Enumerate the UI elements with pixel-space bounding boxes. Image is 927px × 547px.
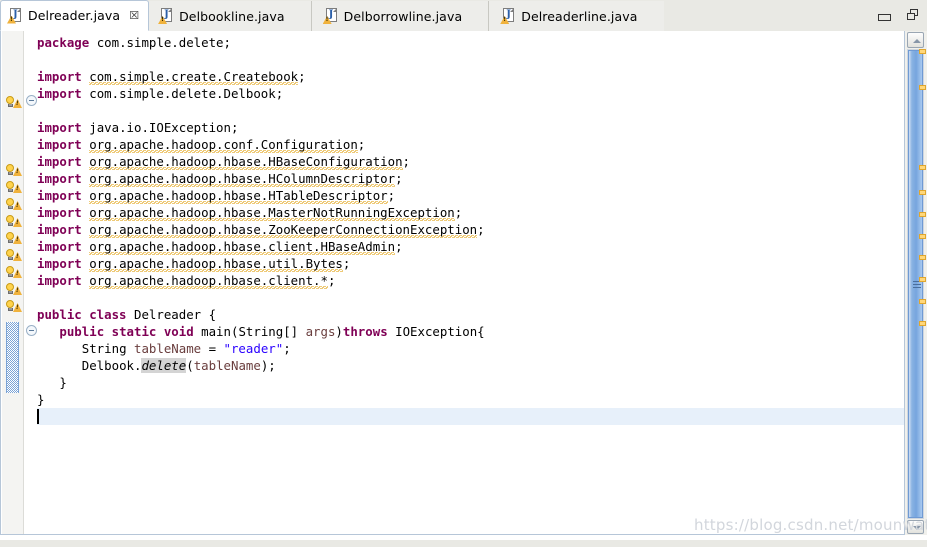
code-line: } [37, 392, 45, 407]
warning-marker[interactable] [919, 255, 926, 260]
tab-label: Delborrowline.java [343, 8, 463, 24]
editor-tab-bar: J Delreader.java ☒ J Delbookline.java J … [0, 0, 927, 31]
collapse-method-icon[interactable] [26, 325, 37, 336]
tab-delreader-java[interactable]: J Delreader.java ☒ [0, 0, 150, 31]
code-line: import org.apache.hadoop.hbase.MasterNot… [37, 205, 463, 221]
warning-icon[interactable] [6, 197, 22, 212]
window-controls [876, 0, 921, 30]
warning-icon[interactable] [6, 95, 22, 110]
tab-delborrowline-java[interactable]: J Delborrowline.java [311, 1, 490, 31]
code-line: import org.apache.hadoop.hbase.HTableDes… [37, 188, 396, 204]
warning-icon[interactable] [6, 282, 22, 297]
folding-range-indicator [6, 322, 19, 393]
annotation-gutter[interactable] [2, 31, 24, 534]
code-line: String tableName = "reader"; [81, 341, 291, 356]
warning-icon[interactable] [6, 163, 22, 178]
editor-area: package com.simple.delete; import com.si… [0, 31, 927, 547]
code-line: import org.apache.hadoop.hbase.HColumnDe… [37, 171, 403, 187]
maximize-restore-icon[interactable] [905, 7, 921, 23]
warning-marker[interactable] [919, 321, 926, 326]
tab-label: Delreaderline.java [521, 8, 638, 24]
tab-label: Delreader.java [28, 8, 121, 23]
warning-marker[interactable] [919, 299, 926, 304]
code-line: public class Delreader { [37, 307, 217, 322]
warning-marker[interactable] [919, 165, 926, 170]
code-line: import com.simple.create.Createbook; [37, 69, 306, 85]
tab-label: Delbookline.java [179, 8, 285, 24]
code-line: } [59, 375, 67, 390]
warning-marker[interactable] [919, 212, 926, 217]
code-line: import java.io.IOException; [37, 120, 239, 135]
warning-icon[interactable] [6, 231, 22, 246]
java-file-icon: J [7, 7, 22, 24]
warning-marker[interactable] [919, 190, 926, 195]
warning-icon[interactable] [6, 265, 22, 280]
tab-delreaderline-java[interactable]: J Delreaderline.java [489, 1, 664, 31]
folding-gutter[interactable] [25, 31, 37, 534]
window-bottom-strip [0, 540, 927, 547]
minimize-icon[interactable] [876, 7, 892, 23]
text-caret [37, 409, 39, 424]
eclipse-editor-window: J Delreader.java ☒ J Delbookline.java J … [0, 0, 927, 547]
code-line: Delbook.delete(tableName); [81, 358, 276, 373]
editor-border: package com.simple.delete; import com.si… [0, 31, 905, 535]
code-line: import org.apache.hadoop.conf.Configurat… [37, 137, 366, 153]
warning-icon[interactable] [6, 248, 22, 263]
java-file-icon: J [500, 8, 515, 24]
java-file-icon: J [322, 8, 338, 24]
scroll-up-arrow-icon[interactable] [907, 32, 924, 48]
code-line: package com.simple.delete; [37, 35, 231, 50]
code-line: import com.simple.delete.Delbook; [37, 86, 284, 101]
code-line: import org.apache.hadoop.hbase.HBaseConf… [37, 154, 411, 170]
code-canvas[interactable]: package com.simple.delete; import com.si… [37, 31, 904, 534]
watermark-text: https://blog.csdn.net/mounwate [694, 516, 927, 534]
current-line-highlight [37, 408, 904, 425]
warning-marker[interactable] [919, 277, 926, 282]
overview-ruler[interactable] [919, 49, 927, 519]
warning-marker[interactable] [919, 49, 926, 54]
code-line: import org.apache.hadoop.hbase.client.HB… [37, 239, 403, 255]
code-line: public static void main(String[] args)th… [59, 324, 485, 339]
close-icon[interactable]: ☒ [129, 9, 139, 22]
warning-icon[interactable] [6, 214, 22, 229]
warning-icon[interactable] [6, 299, 22, 314]
java-file-icon: J [158, 8, 173, 24]
warning-marker[interactable] [919, 85, 926, 90]
code-line: import org.apache.hadoop.hbase.client.*; [37, 273, 336, 289]
tab-delbookline-java[interactable]: J Delbookline.java [149, 1, 312, 31]
warning-icon[interactable] [6, 180, 22, 195]
warning-marker[interactable] [919, 234, 926, 239]
code-line: import org.apache.hadoop.hbase.ZooKeeper… [37, 222, 485, 238]
collapse-imports-icon[interactable] [26, 95, 37, 106]
code-line: import org.apache.hadoop.hbase.util.Byte… [37, 256, 351, 272]
